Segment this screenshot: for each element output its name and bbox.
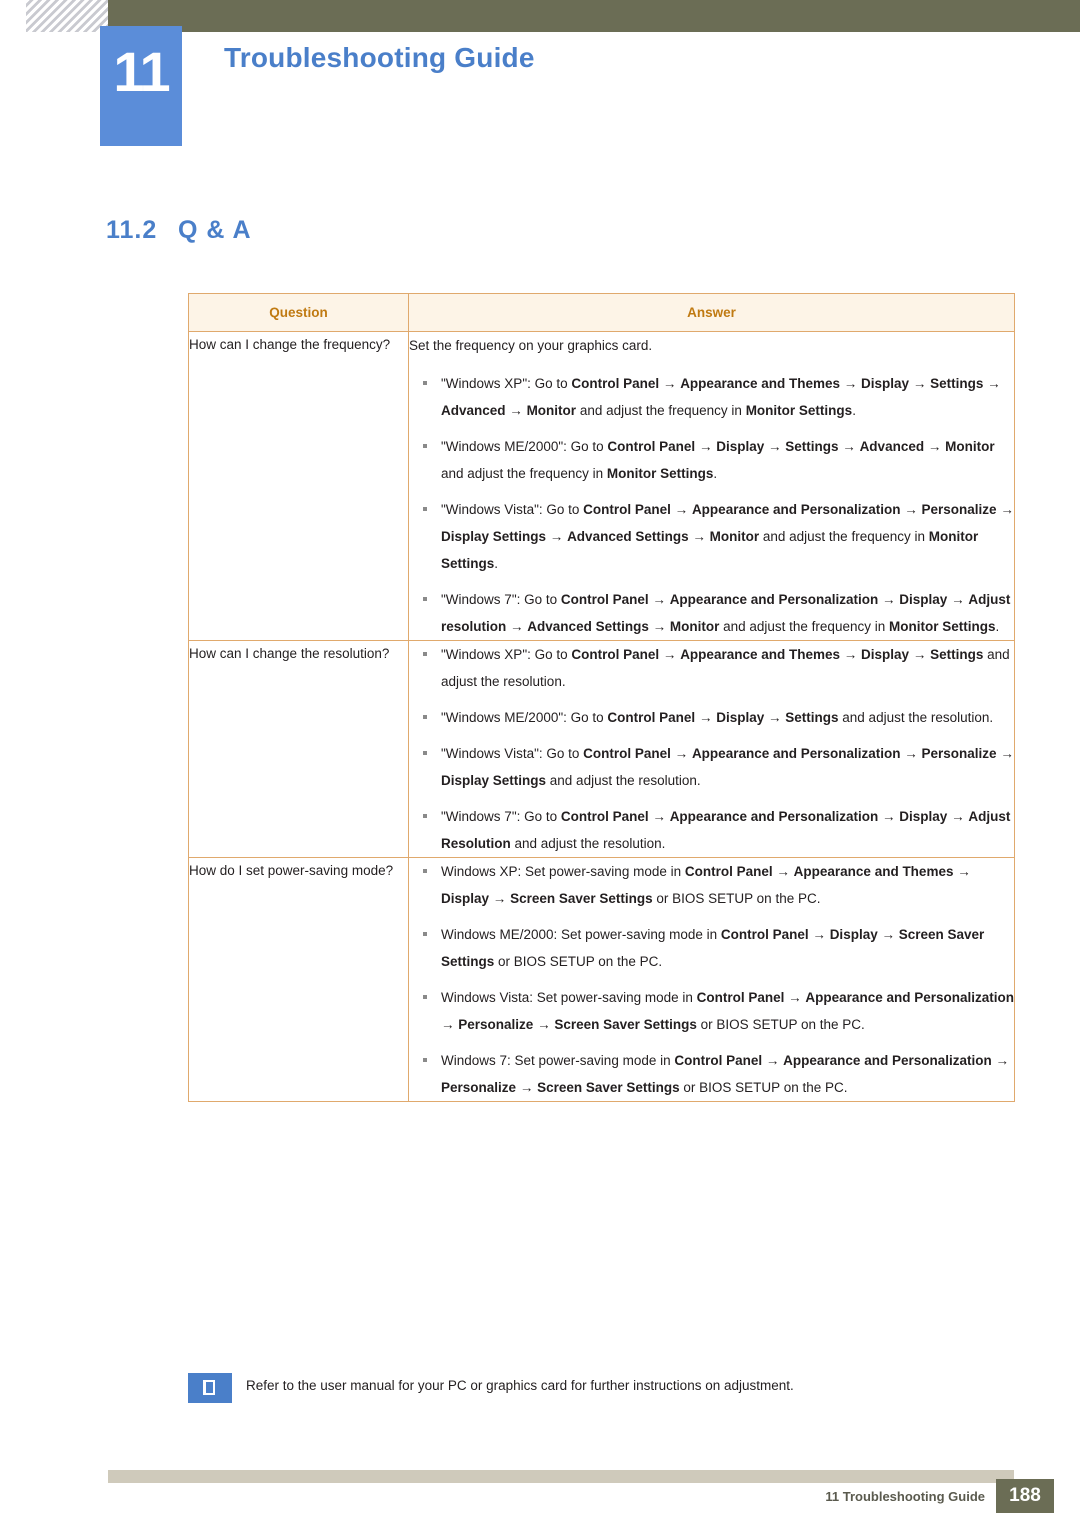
- answer-list-item: "Windows ME/2000": Go to Control Panel →…: [409, 704, 1014, 731]
- answer-list-item: "Windows ME/2000": Go to Control Panel →…: [409, 433, 1014, 487]
- answer-cell: "Windows XP": Go to Control Panel → Appe…: [408, 640, 1015, 858]
- answer-intro: Set the frequency on your graphics card.: [409, 338, 653, 353]
- table-row: How can I change the frequency? Set the f…: [188, 331, 1015, 641]
- qa-table: Question Answer How can I change the fre…: [188, 293, 1015, 1102]
- note-book-icon: [188, 1373, 232, 1403]
- answer-cell: Set the frequency on your graphics card.…: [408, 331, 1015, 641]
- question-cell: How do I set power-saving mode?: [188, 857, 409, 1102]
- question-cell: How can I change the frequency?: [188, 331, 409, 641]
- answer-list-item: Windows XP: Set power-saving mode in Con…: [409, 858, 1014, 912]
- chapter-title: Troubleshooting Guide: [224, 42, 535, 73]
- answer-list-item: Windows ME/2000: Set power-saving mode i…: [409, 921, 1014, 975]
- answer-list: Windows XP: Set power-saving mode in Con…: [409, 858, 1014, 1101]
- answer-list: "Windows XP": Go to Control Panel → Appe…: [409, 370, 1014, 640]
- note-block: Refer to the user manual for your PC or …: [188, 1372, 1014, 1403]
- answer-list-item: "Windows XP": Go to Control Panel → Appe…: [409, 641, 1014, 695]
- answer-cell: Windows XP: Set power-saving mode in Con…: [408, 857, 1015, 1102]
- footer-text: 11 Troubleshooting Guide: [825, 1489, 985, 1504]
- column-header-question: Question: [188, 293, 409, 332]
- table-header-row: Question Answer: [188, 293, 1015, 332]
- answer-list-item: "Windows XP": Go to Control Panel → Appe…: [409, 370, 1014, 424]
- answer-list-item: Windows 7: Set power-saving mode in Cont…: [409, 1047, 1014, 1101]
- table-row: How do I set power-saving mode? Windows X…: [188, 857, 1015, 1102]
- chapter-number-badge: 11: [100, 26, 182, 146]
- answer-list-item: "Windows Vista": Go to Control Panel → A…: [409, 496, 1014, 577]
- answer-list-item: Windows Vista: Set power-saving mode in …: [409, 984, 1014, 1038]
- answer-list-item: "Windows 7": Go to Control Panel → Appea…: [409, 586, 1014, 640]
- section-title: Q & A: [178, 216, 252, 244]
- table-row: How can I change the resolution? "Windows…: [188, 640, 1015, 858]
- question-cell: How can I change the resolution?: [188, 640, 409, 858]
- section-heading: 11.2 Q & A: [106, 216, 252, 245]
- footer-rule: [108, 1470, 1014, 1483]
- header-olive-band: [108, 0, 1080, 32]
- section-number: 11.2: [106, 216, 158, 244]
- answer-list-item: "Windows 7": Go to Control Panel → Appea…: [409, 803, 1014, 857]
- column-header-answer: Answer: [408, 293, 1015, 332]
- answer-list: "Windows XP": Go to Control Panel → Appe…: [409, 641, 1014, 857]
- header-hatch-pattern: [26, 0, 108, 32]
- page-number: 188: [996, 1479, 1054, 1513]
- qa-table-body: How can I change the frequency? Set the f…: [188, 331, 1015, 1102]
- note-text: Refer to the user manual for your PC or …: [246, 1378, 794, 1393]
- answer-list-item: "Windows Vista": Go to Control Panel → A…: [409, 740, 1014, 794]
